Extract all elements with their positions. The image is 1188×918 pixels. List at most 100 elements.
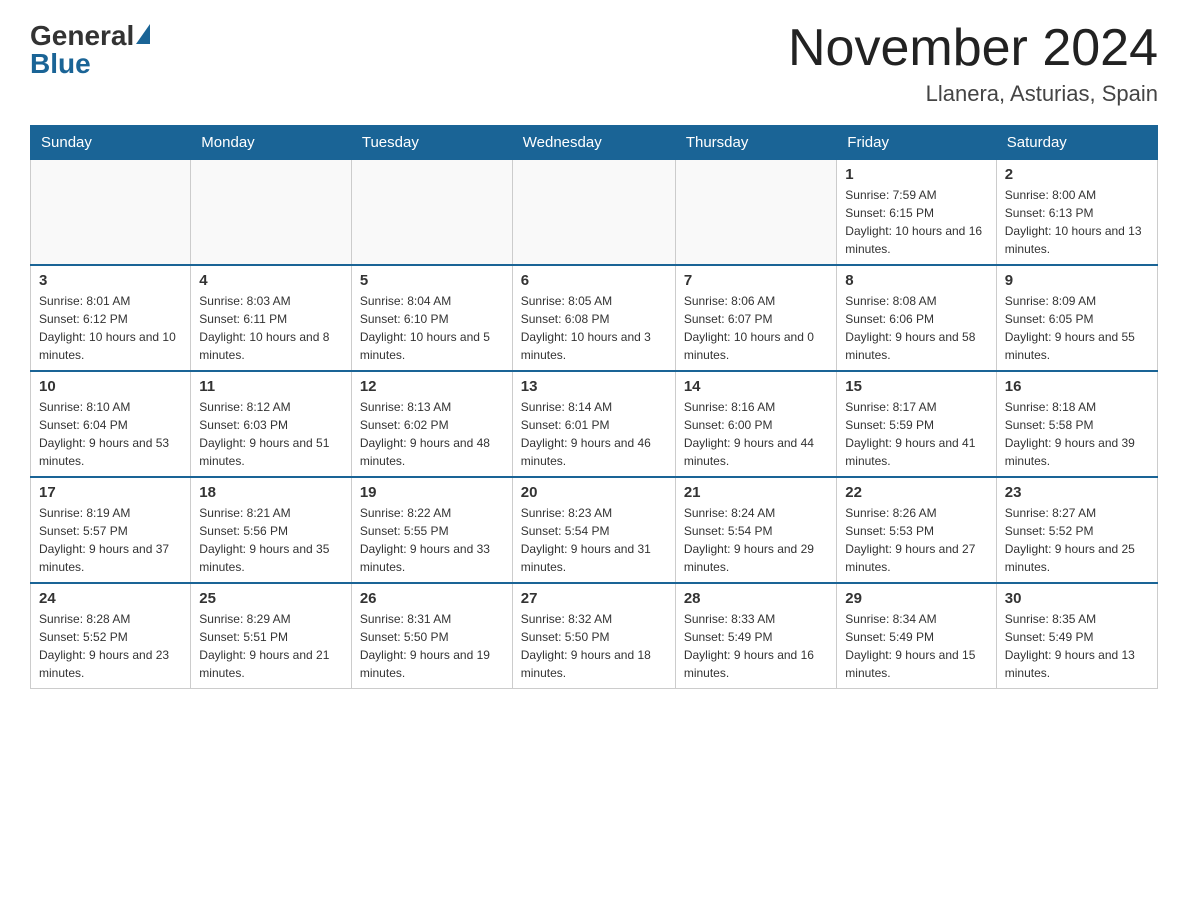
day-info: Sunrise: 8:19 AMSunset: 5:57 PMDaylight:… [39,504,182,576]
calendar-cell: 18 Sunrise: 8:21 AMSunset: 5:56 PMDayligh… [191,477,352,583]
calendar-cell: 1Sunrise: 7:59 AMSunset: 6:15 PMDaylight… [837,160,996,266]
day-number: 23 [1005,484,1149,501]
calendar-cell: 13 Sunrise: 8:14 AMSunset: 6:01 PMDayligh… [512,371,675,477]
calendar-cell: 6 Sunrise: 8:05 AMSunset: 6:08 PMDaylight… [512,265,675,371]
day-number: 16 [1005,378,1149,395]
calendar-cell: 9 Sunrise: 8:09 AMSunset: 6:05 PMDaylight… [996,265,1157,371]
calendar-cell [675,160,836,266]
day-info: Sunrise: 8:05 AMSunset: 6:08 PMDaylight:… [521,292,667,364]
calendar-cell: 24 Sunrise: 8:28 AMSunset: 5:52 PMDayligh… [31,583,191,689]
calendar-cell: 11Sunrise: 8:12 AMSunset: 6:03 PMDayligh… [191,371,352,477]
calendar-cell: 28 Sunrise: 8:33 AMSunset: 5:49 PMDayligh… [675,583,836,689]
calendar-table: SundayMondayTuesdayWednesdayThursdayFrid… [30,125,1158,689]
calendar-cell: 8 Sunrise: 8:08 AMSunset: 6:06 PMDaylight… [837,265,996,371]
day-info: Sunrise: 7:59 AMSunset: 6:15 PMDaylight:… [845,186,987,258]
day-info: Sunrise: 8:08 AMSunset: 6:06 PMDaylight:… [845,292,987,364]
day-number: 28 [684,590,828,607]
day-info: Sunrise: 8:35 AMSunset: 5:49 PMDaylight:… [1005,610,1149,682]
title-block: November 2024 Llanera, Asturias, Spain [788,20,1158,107]
calendar-cell: 3 Sunrise: 8:01 AMSunset: 6:12 PMDaylight… [31,265,191,371]
day-info: Sunrise: 8:29 AMSunset: 5:51 PMDaylight:… [199,610,343,682]
calendar-cell [31,160,191,266]
page-header: General Blue November 2024 Llanera, Astu… [30,20,1158,107]
location-title: Llanera, Asturias, Spain [788,81,1158,107]
day-number: 15 [845,378,987,395]
day-number: 12 [360,378,504,395]
day-number: 13 [521,378,667,395]
day-info: Sunrise: 8:04 AMSunset: 6:10 PMDaylight:… [360,292,504,364]
weekday-header-wednesday: Wednesday [512,126,675,160]
weekday-header-thursday: Thursday [675,126,836,160]
calendar-cell: 19 Sunrise: 8:22 AMSunset: 5:55 PMDayligh… [351,477,512,583]
day-info: Sunrise: 8:00 AMSunset: 6:13 PMDaylight:… [1005,186,1149,258]
day-number: 18 [199,484,343,501]
calendar-cell: 4Sunrise: 8:03 AMSunset: 6:11 PMDaylight… [191,265,352,371]
weekday-header-friday: Friday [837,126,996,160]
day-info: Sunrise: 8:23 AMSunset: 5:54 PMDaylight:… [521,504,667,576]
calendar-cell: 14 Sunrise: 8:16 AMSunset: 6:00 PMDayligh… [675,371,836,477]
day-info: Sunrise: 8:24 AMSunset: 5:54 PMDaylight:… [684,504,828,576]
day-info: Sunrise: 8:03 AMSunset: 6:11 PMDaylight:… [199,292,343,364]
calendar-cell: 21 Sunrise: 8:24 AMSunset: 5:54 PMDayligh… [675,477,836,583]
calendar-cell: 29 Sunrise: 8:34 AMSunset: 5:49 PMDayligh… [837,583,996,689]
day-number: 22 [845,484,987,501]
day-number: 27 [521,590,667,607]
calendar-cell: 16Sunrise: 8:18 AMSunset: 5:58 PMDayligh… [996,371,1157,477]
day-number: 17 [39,484,182,501]
calendar-cell: 30 Sunrise: 8:35 AMSunset: 5:49 PMDayligh… [996,583,1157,689]
calendar-cell: 15Sunrise: 8:17 AMSunset: 5:59 PMDayligh… [837,371,996,477]
logo-triangle-icon [136,24,150,44]
day-info: Sunrise: 8:13 AMSunset: 6:02 PMDaylight:… [360,398,504,470]
day-number: 20 [521,484,667,501]
calendar-cell: 23 Sunrise: 8:27 AMSunset: 5:52 PMDayligh… [996,477,1157,583]
day-info: Sunrise: 8:22 AMSunset: 5:55 PMDaylight:… [360,504,504,576]
calendar-cell: 26Sunrise: 8:31 AMSunset: 5:50 PMDayligh… [351,583,512,689]
day-number: 25 [199,590,343,607]
calendar-row: 17 Sunrise: 8:19 AMSunset: 5:57 PMDayligh… [31,477,1158,583]
day-info: Sunrise: 8:01 AMSunset: 6:12 PMDaylight:… [39,292,182,364]
calendar-cell: 27 Sunrise: 8:32 AMSunset: 5:50 PMDayligh… [512,583,675,689]
day-info: Sunrise: 8:33 AMSunset: 5:49 PMDaylight:… [684,610,828,682]
calendar-cell [512,160,675,266]
day-info: Sunrise: 8:06 AMSunset: 6:07 PMDaylight:… [684,292,828,364]
day-number: 14 [684,378,828,395]
day-number: 2 [1005,166,1149,183]
day-number: 5 [360,272,504,289]
calendar-cell: 12 Sunrise: 8:13 AMSunset: 6:02 PMDayligh… [351,371,512,477]
day-number: 9 [1005,272,1149,289]
day-info: Sunrise: 8:14 AMSunset: 6:01 PMDaylight:… [521,398,667,470]
day-number: 10 [39,378,182,395]
calendar-cell: 5 Sunrise: 8:04 AMSunset: 6:10 PMDaylight… [351,265,512,371]
day-info: Sunrise: 8:21 AMSunset: 5:56 PMDaylight:… [199,504,343,576]
day-number: 7 [684,272,828,289]
day-number: 6 [521,272,667,289]
logo-blue-text: Blue [30,48,91,80]
day-info: Sunrise: 8:28 AMSunset: 5:52 PMDaylight:… [39,610,182,682]
day-info: Sunrise: 8:12 AMSunset: 6:03 PMDaylight:… [199,398,343,470]
day-info: Sunrise: 8:34 AMSunset: 5:49 PMDaylight:… [845,610,987,682]
day-number: 19 [360,484,504,501]
day-info: Sunrise: 8:32 AMSunset: 5:50 PMDaylight:… [521,610,667,682]
weekday-header-sunday: Sunday [31,126,191,160]
weekday-header-monday: Monday [191,126,352,160]
calendar-cell [351,160,512,266]
day-number: 8 [845,272,987,289]
day-info: Sunrise: 8:26 AMSunset: 5:53 PMDaylight:… [845,504,987,576]
calendar-row: 10Sunrise: 8:10 AMSunset: 6:04 PMDayligh… [31,371,1158,477]
day-number: 30 [1005,590,1149,607]
weekday-header-saturday: Saturday [996,126,1157,160]
day-info: Sunrise: 8:09 AMSunset: 6:05 PMDaylight:… [1005,292,1149,364]
weekday-header-tuesday: Tuesday [351,126,512,160]
day-number: 3 [39,272,182,289]
weekday-header-row: SundayMondayTuesdayWednesdayThursdayFrid… [31,126,1158,160]
calendar-cell: 25 Sunrise: 8:29 AMSunset: 5:51 PMDayligh… [191,583,352,689]
day-info: Sunrise: 8:16 AMSunset: 6:00 PMDaylight:… [684,398,828,470]
day-number: 24 [39,590,182,607]
calendar-row: 24 Sunrise: 8:28 AMSunset: 5:52 PMDayligh… [31,583,1158,689]
day-number: 21 [684,484,828,501]
day-info: Sunrise: 8:27 AMSunset: 5:52 PMDaylight:… [1005,504,1149,576]
calendar-cell: 20 Sunrise: 8:23 AMSunset: 5:54 PMDayligh… [512,477,675,583]
day-number: 29 [845,590,987,607]
day-info: Sunrise: 8:31 AMSunset: 5:50 PMDaylight:… [360,610,504,682]
calendar-row: 3 Sunrise: 8:01 AMSunset: 6:12 PMDaylight… [31,265,1158,371]
